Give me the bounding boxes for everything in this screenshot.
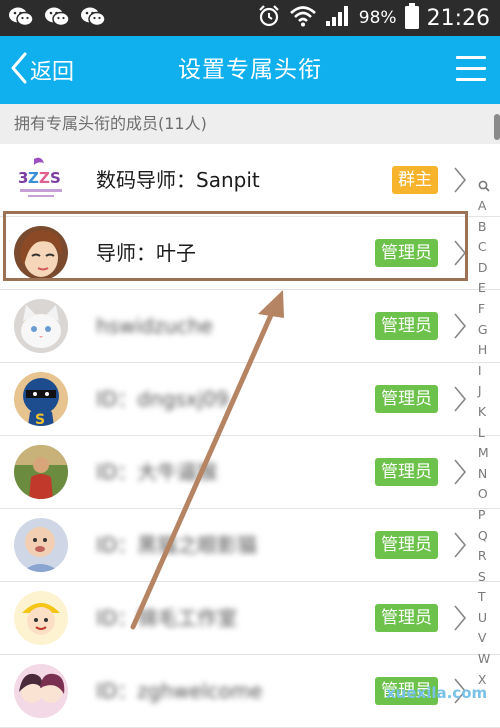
baby-photo-avatar [14, 518, 68, 572]
back-button[interactable]: 返回 [10, 36, 74, 104]
index-letter[interactable]: Q [478, 526, 490, 547]
index-letter[interactable]: C [478, 237, 490, 258]
status-bar: 98% 21:26 [0, 0, 500, 36]
index-letter[interactable]: A [478, 196, 490, 217]
search-icon[interactable] [478, 176, 490, 196]
member-name: ID：dngsxj09 [96, 387, 229, 411]
admin-badge: 管理员 [375, 385, 438, 413]
member-name: ID：zghwelcome [96, 679, 263, 703]
member-name: ID：大牛逼猴 [96, 460, 218, 484]
index-letter[interactable]: D [478, 258, 490, 279]
chevron-left-icon [10, 52, 28, 88]
svg-text:S: S [35, 412, 45, 426]
index-letter[interactable]: E [478, 278, 490, 299]
list-item[interactable]: S ID：dngsxj09 管理员 [0, 363, 500, 436]
svg-text:Z: Z [28, 169, 39, 187]
system-status: 98% 21:26 [257, 0, 490, 36]
list-item[interactable]: ID：黑猫之眼影猫 管理员 [0, 509, 500, 582]
section-header: 拥有专属头衔的成员(11人) [0, 104, 500, 144]
chevron-right-icon [452, 604, 468, 632]
index-letter[interactable]: P [478, 505, 490, 526]
svg-text:S: S [50, 169, 61, 187]
index-letter[interactable]: L [478, 423, 490, 444]
index-letter[interactable]: K [478, 402, 490, 423]
index-letter[interactable]: H [478, 340, 490, 361]
chevron-right-icon [452, 531, 468, 559]
page-title: 设置专属头衔 [178, 57, 322, 83]
index-letter[interactable]: W [478, 649, 490, 670]
index-letter[interactable]: V [478, 628, 490, 649]
index-letter[interactable]: J [478, 381, 490, 402]
wechat-icon [80, 6, 106, 28]
index-letters: ABCDEFGHIJKLMNOPQRSTUVWX [478, 196, 490, 690]
watermark: xuexila.com [386, 684, 488, 702]
admin-badge: 管理员 [375, 458, 438, 486]
owner-badge: 群主 [392, 166, 438, 194]
person-photo-avatar [14, 445, 68, 499]
chevron-right-icon [452, 312, 468, 340]
menu-icon[interactable] [456, 56, 486, 82]
title-bar: 设置专属头衔 返回 [0, 36, 500, 104]
member-name: ID：黑猫之眼影猫 [96, 533, 258, 557]
member-name: ID：锦毛工作室 [96, 606, 238, 630]
index-letter[interactable]: T [478, 587, 490, 608]
index-letter[interactable]: F [478, 299, 490, 320]
notification-icons [8, 6, 106, 28]
wechat-icon [8, 6, 34, 28]
index-letter[interactable]: R [478, 546, 490, 567]
member-name: 数码导师：Sanpit [96, 168, 260, 192]
section-title: 拥有专属头衔的成员(11人) [14, 114, 207, 133]
admin-badge: 管理员 [375, 531, 438, 559]
superhero-avatar: S [14, 372, 68, 426]
battery-icon [404, 3, 419, 33]
svg-text:Z: Z [39, 169, 50, 187]
chevron-right-icon [452, 166, 468, 194]
chevron-right-icon [452, 385, 468, 413]
svg-text:3: 3 [18, 169, 28, 187]
anime-girls-avatar [14, 664, 68, 718]
list-item[interactable]: ID：大牛逼猴 管理员 [0, 436, 500, 509]
chevron-right-icon [452, 458, 468, 486]
back-label: 返回 [30, 60, 75, 85]
scrollbar-thumb[interactable] [494, 114, 500, 140]
index-letter[interactable]: S [478, 567, 490, 588]
index-letter[interactable]: N [478, 464, 490, 485]
index-letter[interactable]: G [478, 320, 490, 341]
list-item[interactable]: 3 Z Z S 数码导师：Sanpit 群主 [0, 144, 500, 217]
index-letter[interactable]: M [478, 443, 490, 464]
admin-badge: 管理员 [375, 604, 438, 632]
index-letter[interactable]: U [478, 608, 490, 629]
admin-badge: 管理员 [375, 312, 438, 340]
cartoon-kid-avatar [14, 591, 68, 645]
index-letter[interactable]: O [478, 484, 490, 505]
battery-percent: 98% [358, 8, 397, 28]
member-name: hswidzuche [96, 314, 213, 338]
alphabet-index[interactable]: ABCDEFGHIJKLMNOPQRSTUVWX [474, 176, 494, 690]
wechat-icon [44, 6, 70, 28]
signal-icon [325, 5, 351, 31]
wifi-icon [289, 5, 317, 31]
index-letter[interactable]: I [478, 361, 490, 382]
highlight-box [3, 211, 468, 281]
index-letter[interactable]: B [478, 217, 490, 238]
white-cat-avatar [14, 299, 68, 353]
3zz-logo-avatar: 3 Z Z S [14, 153, 68, 207]
list-item[interactable]: ID：锦毛工作室 管理员 [0, 582, 500, 655]
alarm-icon [257, 4, 281, 32]
list-item[interactable]: hswidzuche 管理员 [0, 290, 500, 363]
clock: 21:26 [426, 5, 490, 31]
